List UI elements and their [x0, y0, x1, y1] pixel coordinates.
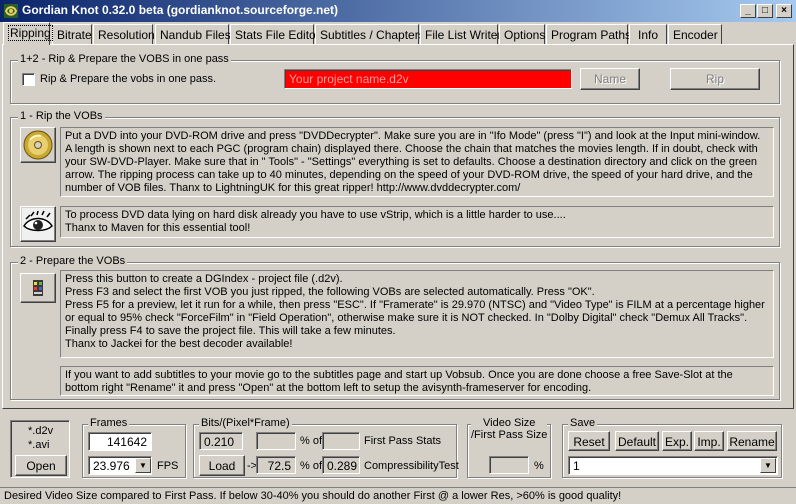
- first-pass-stats-label: First Pass Stats: [364, 435, 442, 447]
- video-size-group-title: Video Size /First Pass Size: [471, 417, 548, 441]
- tab-stats-file-editor[interactable]: Stats File Editor: [230, 24, 320, 44]
- default-button[interactable]: Default: [615, 431, 659, 451]
- dgindex-instructions: Press this button to create a DGIndex - …: [60, 270, 774, 358]
- compress-pct-field: 72.5: [256, 456, 296, 474]
- eye-icon: [22, 208, 54, 240]
- tab-options[interactable]: Options: [499, 24, 545, 44]
- minimize-button[interactable]: _: [740, 4, 756, 18]
- vstrip-instructions: To process DVD data lying on hard disk a…: [60, 206, 774, 238]
- close-button[interactable]: ×: [776, 4, 792, 18]
- title-bar[interactable]: Gordian Knot 0.32.0 beta (gordianknot.so…: [0, 0, 796, 22]
- tab-ripping[interactable]: Ripping: [3, 22, 53, 45]
- first-pass-pct-field: [256, 432, 296, 450]
- dvd-disc-icon: [23, 130, 53, 160]
- rip-prepare-group-title: 1+2 - Rip & Prepare the VOBS in one pass: [18, 53, 231, 65]
- rename-button[interactable]: Rename: [727, 431, 777, 451]
- tab-bitrate[interactable]: Bitrate: [52, 24, 92, 44]
- film-strip-icon: [33, 280, 43, 296]
- frames-field[interactable]: 141642: [88, 432, 152, 451]
- fps-label: FPS: [157, 460, 179, 472]
- vstrip-button[interactable]: [20, 206, 56, 242]
- save-slot-select[interactable]: 1: [568, 456, 778, 475]
- save-group-title: Save: [568, 417, 598, 429]
- tab-nandub-files[interactable]: Nandub Files: [155, 24, 231, 44]
- compress-value-field: 0.289: [322, 456, 360, 474]
- subtitles-instructions: If you want to add subtitles to your mov…: [60, 366, 774, 396]
- dvd-decrypter-instructions: Put a DVD into your DVD-ROM drive and pr…: [60, 127, 774, 197]
- dgindex-button[interactable]: [20, 273, 56, 303]
- save-slot-value: 1: [573, 459, 580, 473]
- status-bar: Desired Video Size compared to First Pas…: [0, 487, 796, 504]
- bpp-value-field: 0.210: [199, 432, 243, 450]
- pct-of-label-1: % of: [300, 435, 323, 447]
- rip-vobs-group-title: 1 - Rip the VOBs: [18, 110, 105, 122]
- reset-button[interactable]: Reset: [568, 431, 610, 451]
- fps-value: 23.976: [93, 459, 130, 473]
- bpp-group-title: Bits/(Pixel*Frame): [199, 417, 292, 429]
- video-size-field: [489, 456, 529, 474]
- save-slot-dropdown-arrow[interactable]: ▼: [760, 458, 776, 473]
- name-button[interactable]: Name: [580, 68, 640, 90]
- fps-dropdown-arrow[interactable]: ▼: [135, 458, 151, 473]
- tab-program-paths[interactable]: Program Paths: [546, 24, 631, 44]
- frames-group-title: Frames: [88, 417, 130, 429]
- tab-info[interactable]: Info: [629, 24, 667, 44]
- video-size-percent-label: %: [534, 460, 544, 472]
- maximize-button[interactable]: □: [757, 4, 773, 18]
- compressibility-test-label: CompressibilityTest: [364, 460, 459, 472]
- project-name-field[interactable]: Your project name.d2v: [284, 69, 572, 89]
- app-icon: [4, 4, 18, 18]
- tab-resolution[interactable]: Resolution: [93, 24, 155, 44]
- rip-prepare-checkbox-label: Rip & Prepare the vobs in one pass.: [40, 73, 217, 85]
- prepare-vobs-group-title: 2 - Prepare the VOBs: [18, 255, 128, 267]
- tab-encoder[interactable]: Encoder: [668, 24, 722, 44]
- load-button[interactable]: Load: [199, 455, 245, 476]
- d2v-ext-label: *.d2v: [28, 425, 54, 437]
- rip-prepare-checkbox[interactable]: [22, 73, 35, 86]
- window-title: Gordian Knot 0.32.0 beta (gordianknot.so…: [22, 3, 339, 17]
- first-pass-value-field: [322, 432, 360, 450]
- pct-of-label-2: % of: [300, 460, 323, 472]
- rip-button[interactable]: Rip: [670, 68, 760, 90]
- avi-ext-label: *.avi: [28, 439, 50, 451]
- open-button[interactable]: Open: [15, 455, 67, 476]
- import-button[interactable]: Imp.: [694, 431, 724, 451]
- dvd-decrypter-button[interactable]: [20, 127, 56, 163]
- tab-file-list-writer[interactable]: File List Writer: [420, 24, 501, 44]
- tab-subtitles-chapters[interactable]: Subtitles / Chapters: [315, 24, 425, 44]
- export-button[interactable]: Exp.: [662, 431, 692, 451]
